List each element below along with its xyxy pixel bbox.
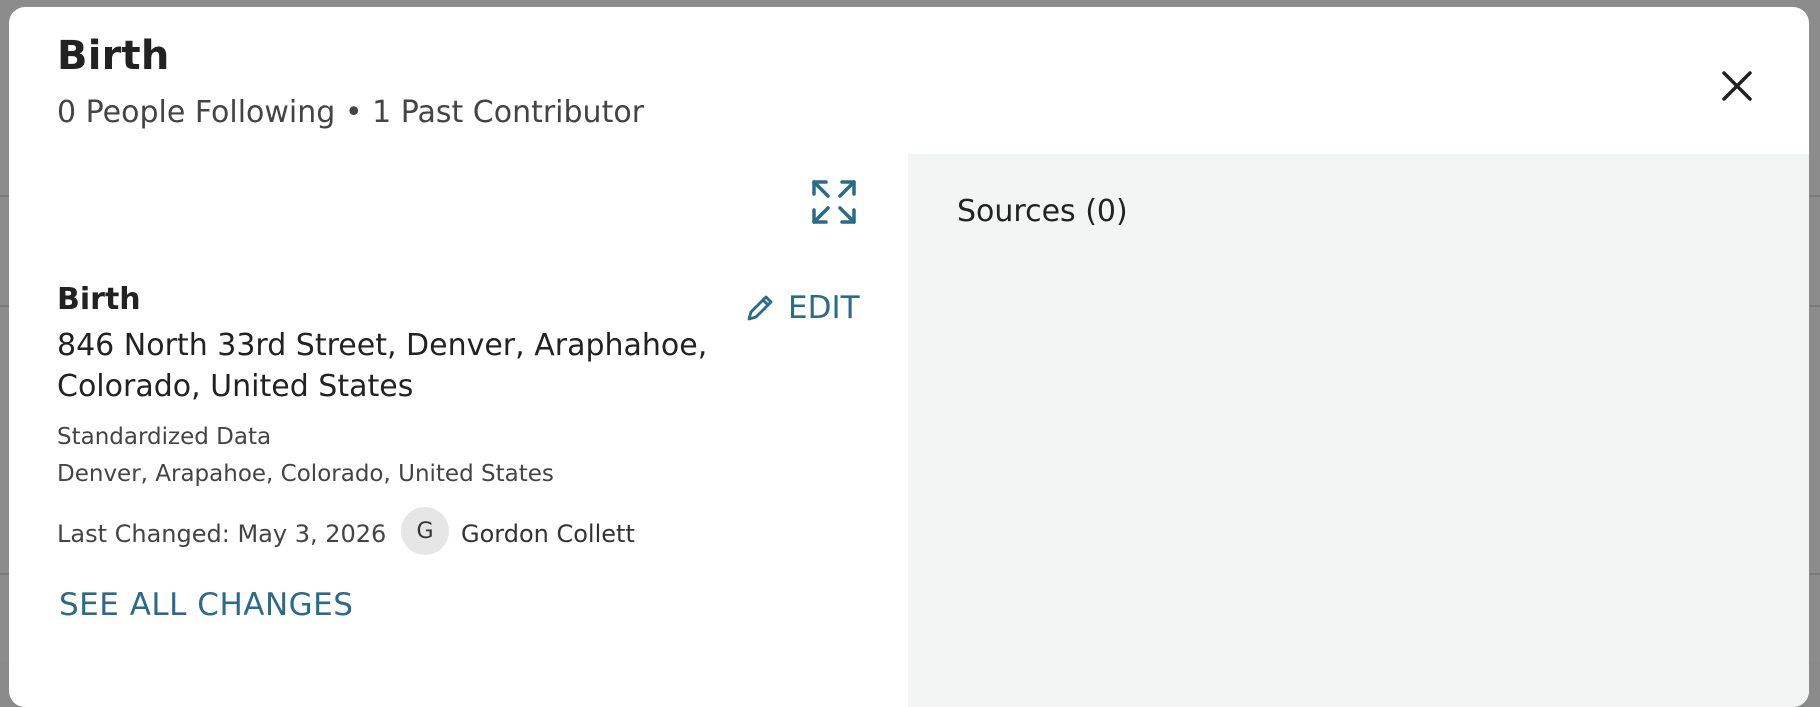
avatar-initial: G: [416, 518, 434, 544]
event-address: 846 North 33rd Street, Denver, Araphahoe…: [57, 328, 708, 404]
close-icon: [1722, 71, 1752, 101]
standardized-data-label: Standardized Data: [57, 424, 272, 450]
event-title: Birth: [57, 282, 141, 317]
last-changed-text: Last Changed: May 3, 2026: [57, 520, 387, 548]
modal-title: Birth: [57, 33, 170, 79]
close-button[interactable]: [1712, 61, 1762, 111]
pencil-icon: [747, 295, 773, 321]
event-details-pane: Birth EDIT 846 North 33rd Street, Denver…: [9, 154, 909, 707]
avatar: G: [401, 507, 449, 555]
standardized-data-value: Denver, Arapahoe, Colorado, United State…: [57, 461, 554, 487]
contributor-name[interactable]: Gordon Collett: [461, 520, 635, 548]
see-all-changes-link[interactable]: SEE ALL CHANGES: [59, 587, 353, 623]
edit-label: EDIT: [788, 290, 860, 326]
sources-pane: Sources (0): [908, 154, 1809, 707]
edit-button[interactable]: EDIT: [744, 290, 860, 326]
modal-subtitle: 0 People Following • 1 Past Contributor: [57, 95, 645, 130]
expand-icon: [812, 180, 856, 224]
event-details-modal: Birth 0 People Following • 1 Past Contri…: [9, 7, 1809, 707]
sources-heading: Sources (0): [957, 194, 1128, 229]
expand-button[interactable]: [811, 179, 861, 229]
